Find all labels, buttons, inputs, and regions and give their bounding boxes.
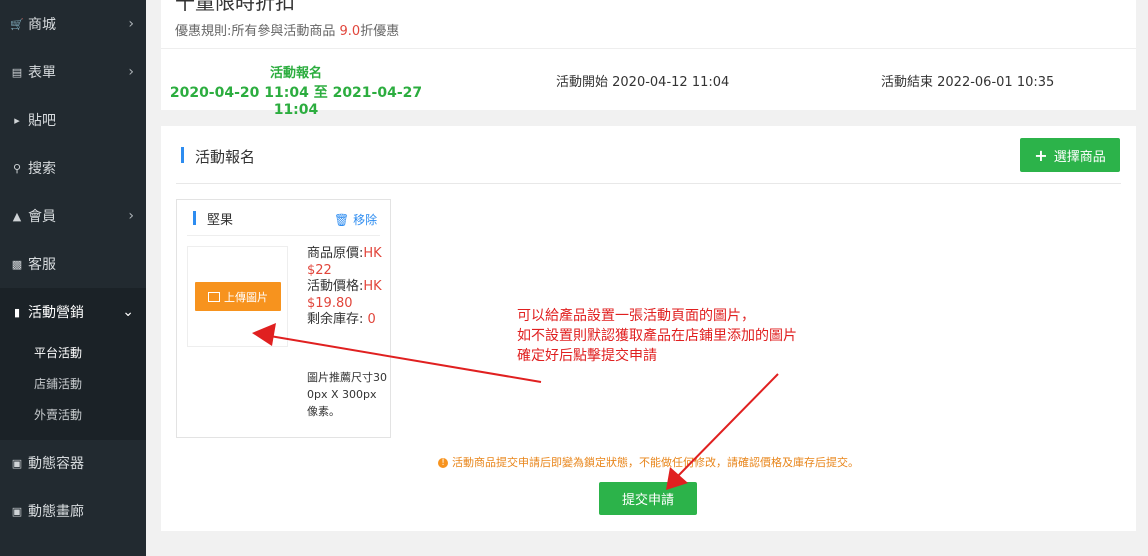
annotation-line: 可以給產品設置一張活動頁面的圖片， xyxy=(517,308,755,324)
bell-icon: ▲ xyxy=(12,209,22,223)
trash-icon: 🗑 xyxy=(334,213,350,227)
upload-image-label: 上傳圖片 xyxy=(224,290,268,304)
image-icon: ▣ xyxy=(11,504,23,518)
sidebar-item-label: 會員 xyxy=(28,209,56,225)
marketing-submenu: 平台活動 店鋪活動 外賣活動 xyxy=(0,336,146,440)
sidebar-item-label: 動態容器 xyxy=(28,456,84,472)
section-title: 活動報名 xyxy=(195,148,256,166)
cart-icon: 🛒 xyxy=(10,17,24,31)
select-product-button[interactable]: + 選擇商品 xyxy=(1020,138,1120,172)
chevron-down-icon: ⌄ xyxy=(122,304,134,320)
submit-application-button[interactable]: 提交申請 xyxy=(599,482,697,515)
sidebar-item-label: 商城 xyxy=(28,17,56,33)
rule-suffix: 折優惠 xyxy=(360,24,400,39)
sidebar-item-label: 客服 xyxy=(28,257,56,273)
annotation-line: 如不設置則默認獲取產品在店鋪里添加的圖片 xyxy=(517,328,797,344)
section-marker xyxy=(181,147,184,163)
submenu-item-takeout[interactable]: 外賣活動 xyxy=(34,406,82,423)
stock-label: 剩余庫存: xyxy=(307,312,364,327)
submenu-item-platform[interactable]: 平台活動 xyxy=(34,344,82,361)
sidebar-item-label: 搜索 xyxy=(28,161,56,177)
drive-icon: ▣ xyxy=(11,456,23,470)
sidebar-item-marketing[interactable]: ▮ 活動營銷 ⌄ xyxy=(0,288,146,336)
sidebar-item-mall[interactable]: 🛒 商城 › xyxy=(0,0,146,48)
product-card: 堅果 🗑 移除 上傳圖片 商品原價:HK$22 活動價格:HK$19.80 剩余… xyxy=(176,199,391,438)
original-price-label: 商品原價: xyxy=(307,246,364,261)
lock-warning: ! 活動商品提交申請后即變為鎖定狀態，不能做任何修改，請確認價格及庫存后提交。 xyxy=(161,454,1136,470)
activity-start-time: 活動開始 2020-04-12 11:04 xyxy=(556,75,730,90)
rule-prefix: 優惠規則:所有參與活動商品 xyxy=(175,24,336,39)
divider xyxy=(161,48,1136,49)
annotation-line: 確定好后點擊提交申請 xyxy=(517,348,657,364)
warning-text: 活動商品提交申請后即變為鎖定狀態，不能做任何修改，請確認價格及庫存后提交。 xyxy=(452,456,859,469)
select-product-label: 選擇商品 xyxy=(1053,149,1106,165)
sidebar: 🛒 商城 › ▤ 表單 › ▸ 貼吧 ⚲ 搜索 ▲ 會員 › ▩ 客服 ▮ 活動… xyxy=(0,0,146,556)
activity-end-time: 活動結束 2022-06-01 10:35 xyxy=(881,75,1055,90)
sidebar-item-search[interactable]: ⚲ 搜索 xyxy=(0,144,146,192)
chat-icon: ▩ xyxy=(11,257,23,271)
signup-date-range: 2020-04-20 11:04 至 2021-04-27 11:04 xyxy=(169,85,423,118)
activity-price-label: 活動價格: xyxy=(307,279,364,294)
chevron-right-icon: › xyxy=(128,64,134,80)
sidebar-item-gallery[interactable]: ▣ 動態畫廊 xyxy=(0,487,146,535)
sidebar-item-form[interactable]: ▤ 表單 › xyxy=(0,48,146,96)
activity-title: 十量限時折扣 xyxy=(175,0,295,14)
product-name: 堅果 xyxy=(207,213,234,228)
product-image-box: 上傳圖片 xyxy=(187,246,288,347)
divider xyxy=(176,183,1121,184)
sidebar-item-container[interactable]: ▣ 動態容器 xyxy=(0,439,146,487)
image-icon xyxy=(208,291,220,302)
activity-info-card: 十量限時折扣 優惠規則:所有參與活動商品 9.0折優惠 活動報名 2020-04… xyxy=(161,0,1136,118)
warning-icon: ! xyxy=(438,458,448,468)
sidebar-item-label: 動態畫廊 xyxy=(28,504,84,520)
chevron-right-icon: › xyxy=(128,16,134,32)
bookmark-icon: ▮ xyxy=(13,305,21,319)
signup-status-label: 活動報名 xyxy=(269,66,322,81)
sidebar-item-label: 活動營銷 xyxy=(28,305,84,321)
sidebar-item-member[interactable]: ▲ 會員 › xyxy=(0,192,146,240)
product-info: 商品原價:HK$22 活動價格:HK$19.80 剩余庫存: 0 xyxy=(307,246,389,329)
sidebar-item-service[interactable]: ▩ 客服 xyxy=(0,240,146,288)
annotation-note: 可以給產品設置一張活動頁面的圖片， 如不設置則默認獲取產品在店鋪里添加的圖片 確… xyxy=(517,306,797,366)
discount-rule: 優惠規則:所有參與活動商品 9.0折優惠 xyxy=(175,20,399,39)
divider xyxy=(187,235,380,236)
megaphone-icon: ▸ xyxy=(14,113,20,127)
submenu-item-store[interactable]: 店鋪活動 xyxy=(34,375,82,392)
search-icon: ⚲ xyxy=(12,161,22,175)
remove-label: 移除 xyxy=(353,213,378,227)
product-marker xyxy=(193,211,196,225)
remove-button[interactable]: 🗑 移除 xyxy=(334,211,377,228)
chevron-right-icon: › xyxy=(128,208,134,224)
image-size-note: 圖片推薦尺寸300px X 300px像素。 xyxy=(307,371,387,418)
stock-value: 0 xyxy=(367,312,376,327)
sidebar-item-forum[interactable]: ▸ 貼吧 xyxy=(0,96,146,144)
sidebar-item-label: 表單 xyxy=(28,65,56,81)
form-icon: ▤ xyxy=(11,65,23,79)
rule-value: 9.0 xyxy=(339,24,361,39)
upload-image-button[interactable]: 上傳圖片 xyxy=(195,282,281,311)
plus-icon: + xyxy=(1034,145,1048,165)
sidebar-item-label: 貼吧 xyxy=(28,113,56,129)
